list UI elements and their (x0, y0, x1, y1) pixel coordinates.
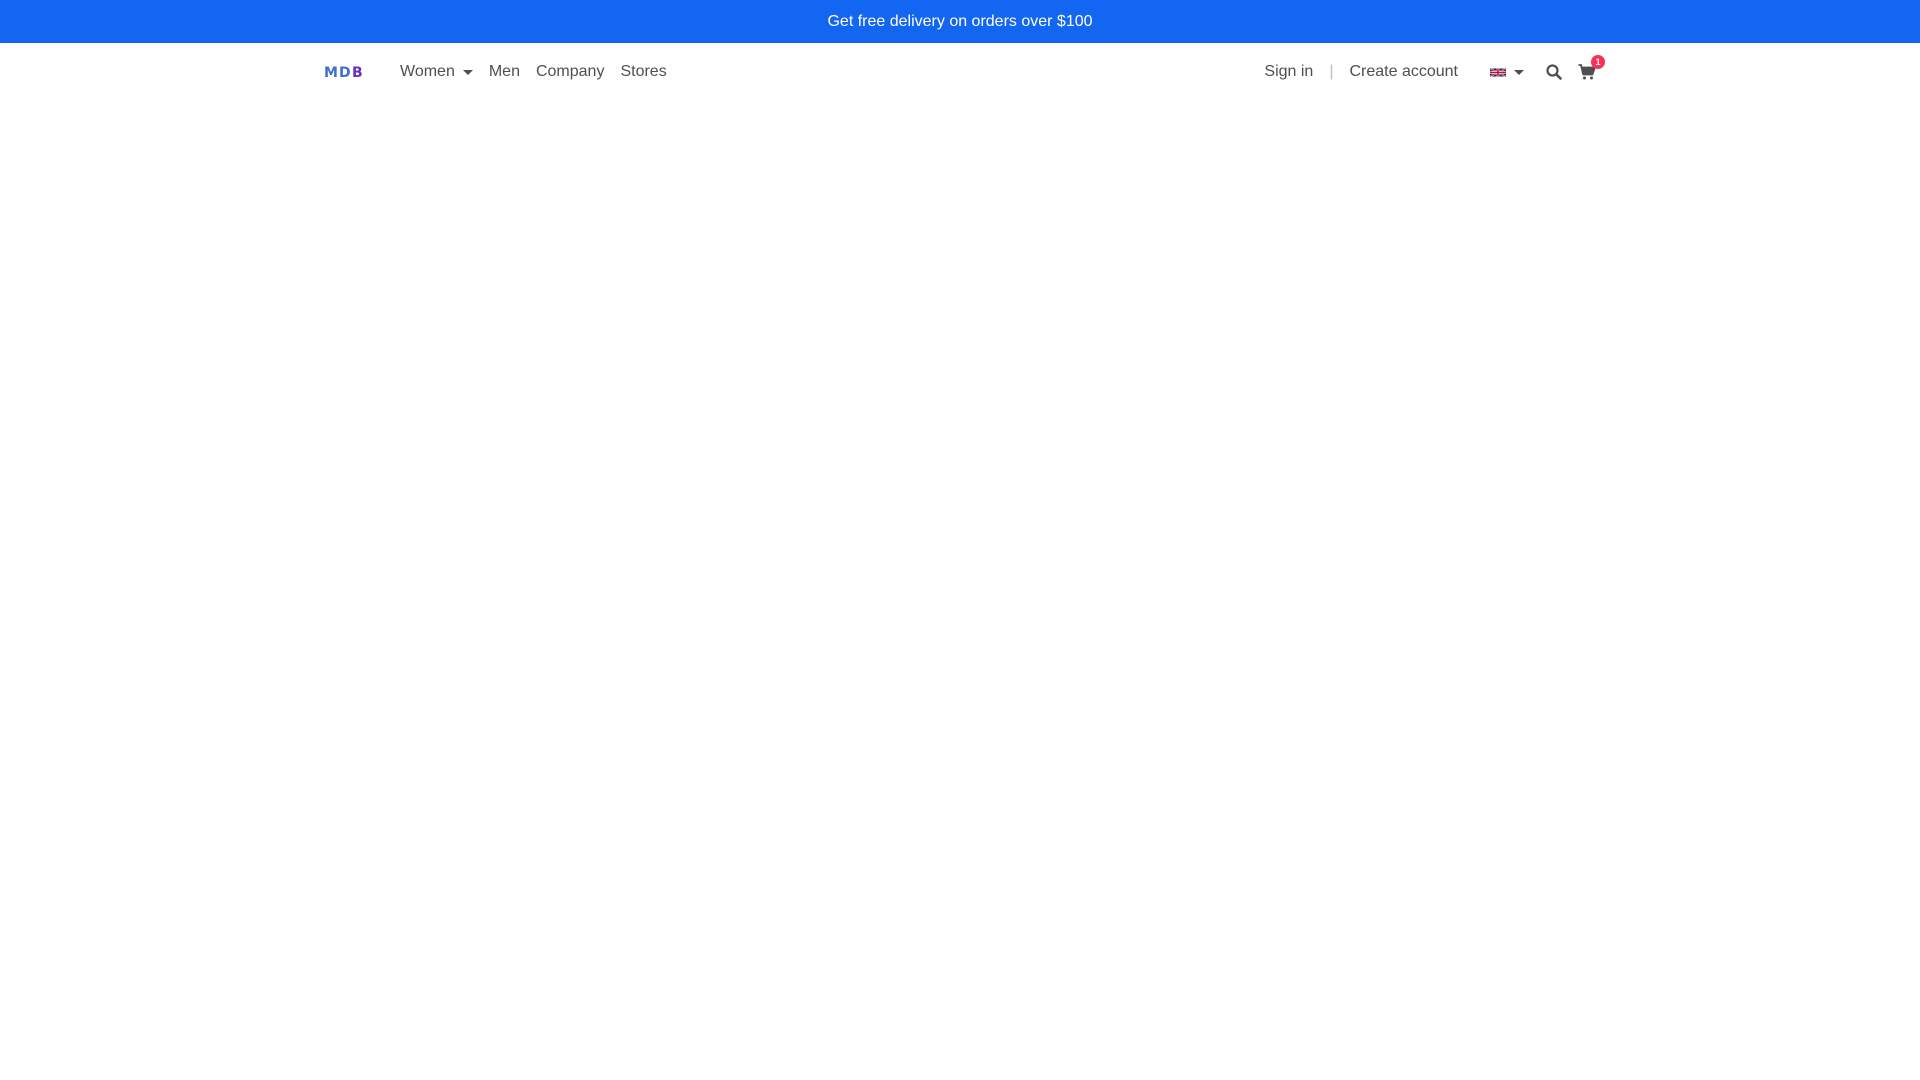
uk-flag-icon (1490, 67, 1506, 77)
account-divider: | (1329, 63, 1334, 80)
main-navbar: M D B Women Men Company Stores Sign in |… (0, 43, 1920, 101)
mdb-logo-icon: M D B (324, 65, 363, 80)
nav-item-company-label: Company (535, 63, 605, 80)
cart-button[interactable]: 1 (1578, 55, 1605, 80)
brand-logo[interactable]: M D B (324, 43, 364, 101)
secondary-nav: Sign in | Create account 1 (1256, 55, 1605, 81)
sign-in-label: Sign in (1264, 63, 1314, 80)
sign-in-link[interactable]: Sign in (1256, 63, 1321, 81)
language-dropdown[interactable] (1490, 67, 1524, 78)
primary-nav: Women Men Company Stores (392, 63, 675, 81)
promo-banner: Get free delivery on orders over $100 (0, 0, 1920, 43)
create-account-link[interactable]: Create account (1341, 63, 1466, 81)
caret-down-icon (1514, 70, 1524, 75)
page-content (0, 101, 1920, 1080)
nav-item-men-label: Men (488, 63, 520, 80)
nav-item-women-label: Women (400, 63, 455, 80)
navbar-container: M D B Women Men Company Stores Sign in |… (324, 43, 1605, 101)
cart-count-badge: 1 (1591, 55, 1605, 69)
svg-text:B: B (352, 65, 363, 80)
nav-item-stores-label: Stores (620, 63, 667, 80)
search-button[interactable] (1546, 64, 1562, 80)
promo-text: Get free delivery on orders over $100 (827, 12, 1093, 30)
nav-item-men[interactable]: Men (481, 63, 528, 81)
nav-item-stores[interactable]: Stores (612, 63, 674, 81)
search-icon (1546, 64, 1562, 80)
svg-text:D: D (339, 65, 351, 80)
svg-text:M: M (324, 65, 338, 80)
nav-item-company[interactable]: Company (528, 63, 612, 81)
nav-item-women[interactable]: Women (392, 63, 481, 81)
create-account-label: Create account (1349, 63, 1458, 80)
caret-down-icon (462, 70, 473, 75)
